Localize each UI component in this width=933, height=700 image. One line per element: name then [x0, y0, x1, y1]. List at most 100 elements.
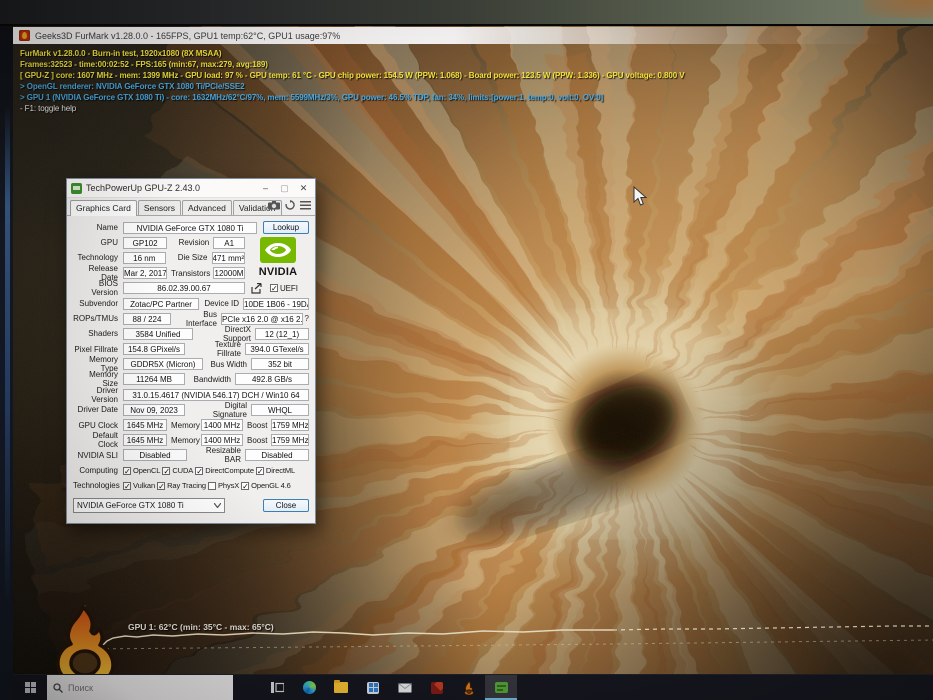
- checkbox-opencl[interactable]: OpenCL: [123, 466, 160, 475]
- gpu-clock-memory-field: 1400 MHz: [201, 419, 243, 432]
- directcompute-checkbox-box[interactable]: [195, 466, 204, 475]
- close-window-button[interactable]: ✕: [296, 181, 311, 196]
- gpuz-app-icon: [71, 182, 82, 194]
- osd-line-renderer: > OpenGL renderer: NVIDIA GeForce GTX 10…: [20, 82, 245, 91]
- checkbox-cuda[interactable]: CUDA: [162, 466, 193, 475]
- subvendor-field: Zotac/PC Partner: [123, 297, 199, 310]
- menu-icon[interactable]: [300, 200, 311, 210]
- bezel-reflection: [5, 106, 10, 606]
- monitor-screen: Geeks3D FurMark v1.28.0.0 - 165FPS, GPU1…: [13, 26, 933, 700]
- furmark-osd-overlay: FurMark v1.28.0.0 - Burn-in test, 1920x1…: [20, 48, 685, 114]
- revision-label: Revision: [178, 238, 210, 248]
- search-input[interactable]: [68, 682, 198, 693]
- file-explorer-icon: [334, 680, 348, 693]
- lookup-button[interactable]: Lookup: [263, 221, 309, 235]
- driver-date-field: Nov 09, 2023: [123, 403, 185, 416]
- opencl-label: OpenCL: [133, 466, 161, 476]
- gpuz-graphics-card-panel: Name NVIDIA GeForce GTX 1080 Ti Lookup G…: [67, 216, 315, 514]
- edge-icon: [302, 681, 316, 694]
- chevron-down-icon: [214, 503, 221, 509]
- taskbar-mail[interactable]: [389, 675, 421, 700]
- vulkan-checkbox-box[interactable]: [123, 481, 131, 490]
- bus-interface-field: PCIe x16 2.0 @ x16 2.0: [221, 312, 303, 325]
- technology-label: Technology: [77, 253, 118, 263]
- minimize-button[interactable]: –: [258, 181, 273, 196]
- gpu-clock-boost-label: Boost: [247, 420, 268, 430]
- refresh-icon[interactable]: [285, 200, 295, 210]
- gpuz-tabs: Graphics Card Sensors Advanced Validatio…: [67, 198, 315, 216]
- physx-checkbox-box[interactable]: [207, 481, 216, 490]
- shaders-field: 3584 Unified: [123, 327, 193, 340]
- nvidia-eye-icon: [260, 237, 296, 263]
- camera-icon[interactable]: [268, 200, 280, 210]
- taskbar-red-app[interactable]: [421, 675, 453, 700]
- opencl-checkbox-box[interactable]: [123, 466, 131, 475]
- uefi-checkbox[interactable]: UEFI: [270, 284, 298, 293]
- maximize-button[interactable]: ▢: [277, 181, 292, 196]
- furmark-titlebar[interactable]: Geeks3D FurMark v1.28.0.0 - 165FPS, GPU1…: [13, 27, 933, 44]
- digital-signature-label: Digital Signature: [212, 400, 247, 419]
- directml-checkbox-box[interactable]: [255, 466, 264, 475]
- taskbar-gpuz[interactable]: [485, 675, 517, 700]
- bus-interface-help-button[interactable]: ?: [305, 314, 309, 323]
- taskbar-search[interactable]: [47, 675, 233, 700]
- cuda-checkbox-box[interactable]: [162, 466, 171, 475]
- release-date-field: Mar 2, 2017: [123, 267, 167, 280]
- transistors-field: 12000M: [213, 267, 245, 280]
- resizable-bar-field: Disabled: [245, 449, 309, 462]
- tab-sensors[interactable]: Sensors: [137, 200, 181, 215]
- checkbox-opengl[interactable]: OpenGL 4.6: [241, 481, 291, 490]
- nvidia-sli-field: Disabled: [123, 449, 187, 462]
- default-clock-label: Default Clock: [92, 431, 118, 450]
- taskbar-edge[interactable]: [293, 675, 325, 700]
- row-technologies: Technologies Vulkan Ray Tracing PhysX Op…: [73, 478, 309, 493]
- gpu-selector-dropdown[interactable]: NVIDIA GeForce GTX 1080 Ti: [73, 498, 225, 514]
- share-bios-icon[interactable]: [251, 282, 263, 294]
- taskbar-furmark[interactable]: [453, 675, 485, 700]
- bandwidth-label: Bandwidth: [193, 374, 231, 384]
- device-id-label: Device ID: [204, 299, 239, 309]
- row-computing: Computing OpenCL CUDA DirectCompute Dire…: [73, 463, 309, 478]
- taskbar: [13, 674, 933, 700]
- tab-graphics-card[interactable]: Graphics Card: [70, 200, 137, 216]
- texture-fillrate-field: 394.0 GTexel/s: [245, 343, 309, 356]
- checkbox-physx[interactable]: PhysX: [207, 481, 239, 490]
- taskbar-file-explorer[interactable]: [325, 675, 357, 700]
- gpuz-window-title: TechPowerUp GPU-Z 2.43.0: [86, 183, 201, 193]
- start-button[interactable]: [13, 675, 47, 700]
- search-icon: [53, 682, 63, 693]
- furmark-app-icon: [19, 30, 30, 41]
- checkbox-vulkan[interactable]: Vulkan: [123, 481, 155, 490]
- pixel-fillrate-field: 154.8 GPixel/s: [123, 343, 185, 356]
- ray-tracing-checkbox-box[interactable]: [157, 481, 166, 490]
- tab-advanced[interactable]: Advanced: [182, 200, 232, 215]
- bandwidth-field: 492.8 GB/s: [235, 373, 309, 386]
- osd-line-gpu1: > GPU 1 (NVIDIA GeForce GTX 1080 Ti) - c…: [20, 93, 604, 102]
- die-size-field: 471 mm²: [211, 251, 245, 264]
- opengl-checkbox-box[interactable]: [241, 481, 250, 490]
- task-view-icon: [270, 682, 284, 693]
- mouse-cursor: [633, 186, 647, 206]
- checkbox-directcompute[interactable]: DirectCompute: [195, 466, 254, 475]
- gpu-selector-value: NVIDIA GeForce GTX 1080 Ti: [77, 501, 184, 511]
- checkbox-ray-tracing[interactable]: Ray Tracing: [157, 481, 206, 490]
- furmark-flame-icon: [464, 680, 474, 695]
- row-bios: BIOS Version 86.02.39.00.67 UEFI: [73, 279, 309, 297]
- osd-line-version: FurMark v1.28.0.0 - Burn-in test, 1920x1…: [20, 49, 222, 58]
- nvidia-wordmark: NVIDIA: [258, 266, 298, 278]
- default-clock-boost-field: 1759 MHz: [271, 434, 309, 447]
- die-size-label: Die Size: [177, 253, 208, 263]
- task-view-button[interactable]: [261, 675, 293, 700]
- pixel-fillrate-label: Pixel Fillrate: [74, 344, 118, 354]
- taskbar-store[interactable]: [357, 675, 389, 700]
- gpu-temp-label: GPU 1: 62°C (min: 35°C - max: 65°C): [128, 622, 274, 632]
- windows-logo-icon: [24, 682, 36, 693]
- gpu-field: GP102: [123, 236, 168, 249]
- subvendor-label: Subvendor: [79, 299, 118, 309]
- device-id-field: 10DE 1B06 - 19DA 1471: [243, 297, 309, 310]
- default-clock-memory-label: Memory: [171, 435, 200, 445]
- gpuz-titlebar[interactable]: TechPowerUp GPU-Z 2.43.0 – ▢ ✕: [67, 179, 315, 198]
- uefi-checkbox-box[interactable]: [270, 284, 278, 293]
- checkbox-directml[interactable]: DirectML: [255, 466, 295, 475]
- close-button[interactable]: Close: [263, 499, 309, 513]
